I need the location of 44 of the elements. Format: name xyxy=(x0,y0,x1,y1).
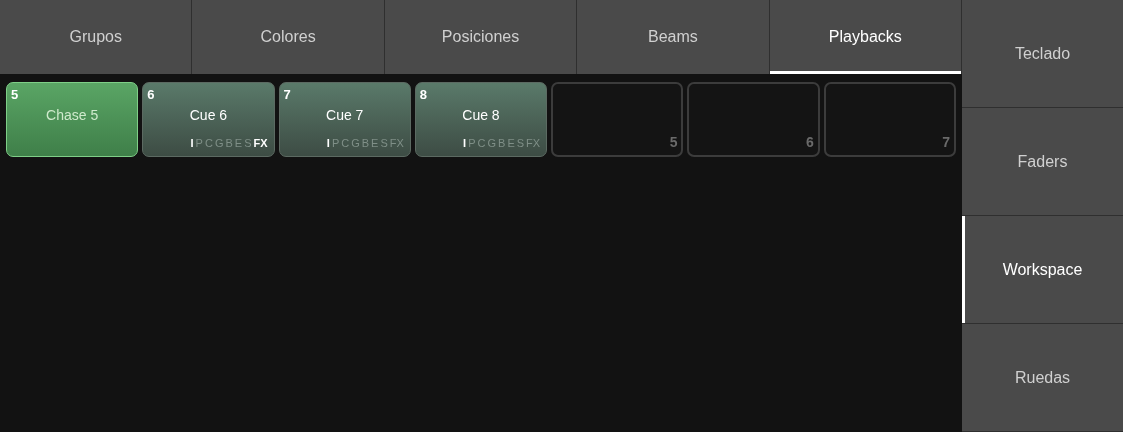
empty-playback-slot[interactable]: 7 xyxy=(823,82,956,157)
slot-number: 6 xyxy=(805,133,814,152)
attribute-label: S xyxy=(516,135,525,151)
attribute-label: S xyxy=(244,135,252,151)
attribute-label: C xyxy=(204,135,213,151)
attribute-label: C xyxy=(341,135,350,151)
attribute-label: G xyxy=(214,135,224,151)
attribute-label: C xyxy=(477,135,486,151)
playback-number: 7 xyxy=(283,86,291,104)
attribute-label: P xyxy=(331,135,340,151)
attribute-label: E xyxy=(234,135,243,151)
attribute-label: FX xyxy=(389,135,404,151)
attribute-label: G xyxy=(487,135,497,151)
playback-button[interactable]: 5 Chase 5 xyxy=(6,82,139,157)
playback-name: Cue 7 xyxy=(326,106,364,125)
attribute-label: FX xyxy=(253,135,268,151)
slot-number: 7 xyxy=(942,133,950,152)
attribute-label: FX xyxy=(526,135,541,151)
playback-number: 5 xyxy=(11,86,19,104)
playback-button[interactable]: 7 Cue 7 I P C G B E S FX xyxy=(278,82,411,157)
empty-playback-slot[interactable]: 5 xyxy=(551,82,684,157)
empty-playback-slot[interactable]: 6 xyxy=(687,82,820,157)
attribute-label: E xyxy=(371,135,379,151)
attribute-label: S xyxy=(380,135,388,151)
playback-number: 8 xyxy=(419,86,428,104)
playback-number: 6 xyxy=(147,86,155,104)
attribute-label: I xyxy=(190,135,194,151)
playback-button[interactable]: 6 Cue 6 I P C G B E S FX xyxy=(142,82,275,157)
attribute-label: B xyxy=(498,135,506,151)
playback-name: Chase 5 xyxy=(46,106,99,125)
attribute-label: P xyxy=(468,135,476,151)
playback-name: Cue 6 xyxy=(189,106,228,125)
attribute-label: I xyxy=(326,135,330,151)
playback-name: Cue 8 xyxy=(462,106,500,125)
attribute-label: B xyxy=(361,135,370,151)
attribute-label: G xyxy=(351,135,360,151)
playback-button[interactable]: 8 Cue 8 I P C G B E S FX xyxy=(414,82,548,157)
attribute-label: E xyxy=(507,135,515,151)
attribute-label: I xyxy=(463,135,467,151)
tab[interactable]: Playbacks xyxy=(769,0,963,74)
slot-number: 5 xyxy=(669,133,678,152)
attribute-label: P xyxy=(195,135,203,151)
sidebar-item[interactable]: Workspace xyxy=(962,216,1123,324)
attribute-label: B xyxy=(225,135,233,151)
